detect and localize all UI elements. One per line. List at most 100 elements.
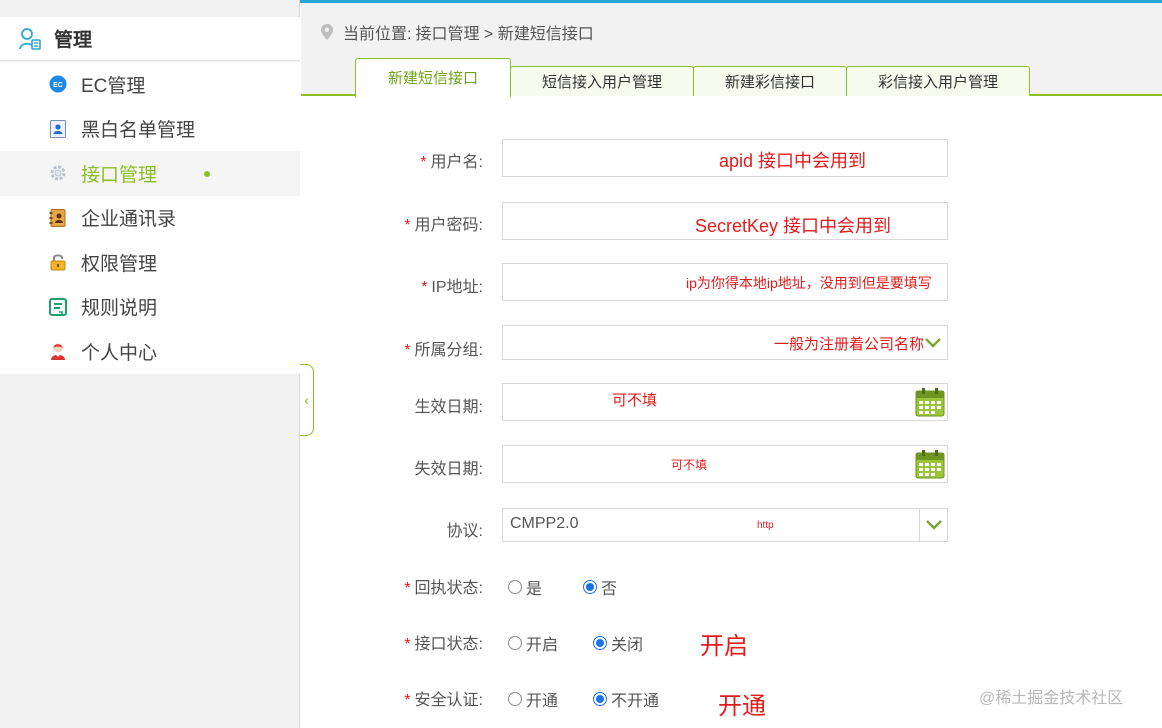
receipt-status-yes-radio[interactable]: 是	[508, 575, 542, 599]
sidebar-item-api-management[interactable]: 接口管理	[0, 151, 300, 196]
tab-new-sms-api[interactable]: 新建短信接口	[355, 58, 511, 98]
security-auth-radio-group: 开通 不开通	[508, 687, 687, 711]
sidebar-item-label: 个人中心	[81, 342, 158, 364]
password-input[interactable]: SecretKey 接口中会用到	[502, 202, 948, 240]
label-text: IP地址:	[431, 279, 483, 296]
main-content: 当前位置: 接口管理 > 新建短信接口 新建短信接口 短信接入用户管理 新建彩信…	[301, 3, 1162, 728]
required-mark: *	[404, 580, 411, 597]
sidebar-item-ec[interactable]: EC EC管理	[0, 62, 300, 107]
tab-sms-user-management[interactable]: 短信接入用户管理	[510, 66, 694, 96]
sidebar-item-label: 接口管理	[81, 164, 158, 186]
required-mark: *	[404, 217, 411, 234]
username-annotation: apid 接口中会用到	[719, 151, 867, 171]
required-mark: *	[420, 154, 427, 171]
radio-circle[interactable]	[508, 636, 522, 650]
document-icon	[48, 297, 68, 317]
receipt-status-label: * 回执状态:	[301, 574, 483, 598]
calendar-icon[interactable]	[915, 387, 945, 417]
protocol-selected-value: CMPP2.0	[510, 515, 579, 532]
protocol-select[interactable]: CMPP2.0 http	[502, 508, 948, 542]
end-date-input[interactable]: 可不填	[502, 445, 948, 483]
radio-label: 关闭	[611, 637, 644, 654]
start-date-input[interactable]: 可不填	[502, 383, 948, 421]
radio-label: 开启	[526, 637, 559, 654]
lock-icon	[48, 252, 68, 272]
active-indicator-dot	[204, 171, 210, 177]
chevron-down-icon[interactable]	[919, 326, 947, 359]
receipt-status-no-radio[interactable]: 否	[583, 575, 617, 599]
svg-text:EC: EC	[53, 82, 63, 89]
group-label: * 所属分组:	[301, 336, 483, 360]
tab-mms-user-management[interactable]: 彩信接入用户管理	[846, 66, 1030, 96]
password-annotation: SecretKey 接口中会用到	[695, 216, 892, 236]
label-text: 所属分组:	[414, 342, 483, 359]
label-text: 接口状态:	[414, 636, 483, 653]
security-auth-disable-radio[interactable]: 不开通	[593, 687, 659, 711]
sidebar-item-blacklist[interactable]: 黑白名单管理	[0, 107, 300, 152]
radio-circle[interactable]	[508, 580, 522, 594]
username-label: * 用户名:	[301, 148, 483, 172]
radio-circle-selected[interactable]	[593, 636, 608, 650]
security-auth-label: * 安全认证:	[301, 686, 483, 710]
sidebar-item-label: 权限管理	[81, 253, 158, 275]
label-text: 安全认证:	[414, 692, 483, 709]
sidebar-header[interactable]: 管理	[0, 17, 300, 61]
person-icon	[48, 341, 68, 361]
username-input[interactable]: apid 接口中会用到	[502, 139, 948, 177]
sidebar-item-label: 黑白名单管理	[81, 120, 196, 142]
top-bar: 当前位置: 接口管理 > 新建短信接口 新建短信接口 短信接入用户管理 新建彩信…	[301, 3, 1162, 98]
ip-label: * IP地址:	[301, 273, 483, 297]
group-select[interactable]: 一般为注册着公司名称	[502, 325, 948, 360]
ip-input[interactable]: ip为你得本地ip地址，没用到但是要填写	[502, 263, 948, 301]
sidebar-item-rules[interactable]: 规则说明	[0, 285, 300, 330]
ip-annotation: ip为你得本地ip地址，没用到但是要填写	[686, 275, 932, 291]
sidebar-item-label: EC管理	[81, 75, 146, 97]
api-status-off-radio[interactable]: 关闭	[593, 631, 643, 655]
sidebar-item-label: 规则说明	[81, 298, 158, 320]
label-text: 回执状态:	[414, 580, 483, 597]
security-auth-annotation: 开通	[718, 693, 766, 720]
chevron-down-icon[interactable]	[919, 509, 947, 541]
group-annotation: 一般为注册着公司名称	[774, 336, 925, 353]
end-date-annotation: 可不填	[671, 458, 708, 472]
api-status-label: * 接口状态:	[301, 630, 483, 654]
start-date-annotation: 可不填	[612, 392, 658, 409]
calendar-icon[interactable]	[915, 449, 945, 479]
label-text: 用户名:	[430, 154, 483, 171]
user-manage-icon	[19, 27, 41, 50]
address-book-icon	[48, 208, 68, 228]
breadcrumb-path: 接口管理 > 新建短信接口	[415, 26, 594, 43]
end-date-label: 失效日期:	[414, 461, 483, 478]
protocol-label: 协议:	[446, 523, 483, 540]
breadcrumb-prefix: 当前位置:	[343, 26, 412, 43]
radio-circle-selected[interactable]	[593, 692, 608, 706]
password-label: * 用户密码:	[301, 211, 483, 235]
security-auth-enable-radio[interactable]: 开通	[508, 687, 558, 711]
sidebar-menu: EC EC管理 黑白名单管理 接口管理 企业通讯录 权限管理 规则说明 个人中心	[0, 62, 300, 374]
location-pin-icon	[321, 24, 333, 40]
radio-label: 不开通	[611, 693, 660, 710]
api-status-radio-group: 开启 关闭	[508, 631, 671, 655]
radio-label: 否	[601, 581, 618, 598]
sidebar-item-personal-center[interactable]: 个人中心	[0, 329, 300, 374]
required-mark: *	[404, 342, 411, 359]
tab-new-mms-api[interactable]: 新建彩信接口	[693, 66, 847, 96]
api-status-on-radio[interactable]: 开启	[508, 631, 558, 655]
required-mark: *	[421, 279, 428, 296]
tab-bar: 新建短信接口 短信接入用户管理 新建彩信接口 彩信接入用户管理	[355, 56, 1030, 98]
sidebar-header-label: 管理	[54, 30, 93, 51]
watermark: @稀土掘金技术社区	[979, 690, 1124, 707]
radio-circle[interactable]	[508, 692, 522, 706]
sidebar-item-permissions[interactable]: 权限管理	[0, 240, 300, 285]
gear-icon	[48, 163, 68, 183]
ec-icon: EC	[48, 74, 68, 94]
required-mark: *	[404, 692, 411, 709]
start-date-label: 生效日期:	[414, 399, 483, 416]
breadcrumb: 当前位置: 接口管理 > 新建短信接口	[321, 20, 594, 44]
radio-label: 是	[526, 581, 543, 598]
radio-circle-selected[interactable]	[583, 580, 598, 594]
sidebar: 管理 EC EC管理 黑白名单管理 接口管理 企业通讯录 权限管理 规则说明 个…	[0, 0, 300, 728]
sidebar-item-address-book[interactable]: 企业通讯录	[0, 196, 300, 241]
label-text: 用户密码:	[414, 217, 483, 234]
contact-card-icon	[48, 119, 68, 139]
